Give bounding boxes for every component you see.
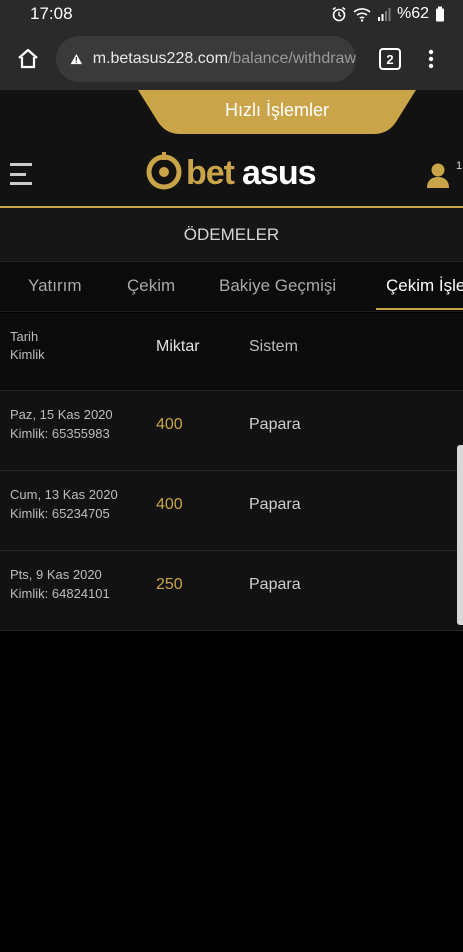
header-id: Kimlik (10, 347, 45, 362)
home-icon (18, 48, 38, 69)
row-id: Kimlik: 64824101 (10, 586, 110, 601)
page-title: ÖDEMELER (0, 208, 463, 262)
signal-icon (377, 8, 391, 21)
address-bar[interactable]: m.betasus228.com/balance/withdraw (56, 36, 356, 82)
row-date: Pts, 9 Kas 2020 (10, 567, 102, 582)
table-row: Paz, 15 Kas 2020 Kimlik: 65355983 400 Pa… (0, 391, 463, 471)
wifi-icon (353, 8, 371, 22)
url-text: m.betasus228.com/balance/withdraw (93, 50, 356, 68)
tab-count: 2 (379, 48, 401, 70)
row-id: Kimlik: 65234705 (10, 506, 110, 521)
battery-percent: %62 (396, 5, 429, 22)
header-amount: Miktar (156, 338, 200, 355)
row-amount: 400 (156, 416, 183, 433)
alarm-icon (332, 6, 346, 22)
betasus-logo: bet asus (146, 152, 317, 190)
site-header: Hızlı İşlemler bet asus 1 (0, 90, 463, 208)
warning-icon[interactable] (70, 50, 83, 68)
quick-actions-tab[interactable]: Hızlı İşlemler (138, 90, 416, 134)
row-amount: 250 (156, 576, 183, 593)
status-icons: %62 (331, 5, 445, 23)
tab-withdraw-transactions[interactable]: Çekim İşlemleri (386, 276, 463, 296)
withdraw-table: Tarih Kimlik Miktar Sistem Paz, 15 Kas 2… (0, 313, 463, 631)
tab-deposit[interactable]: Yatırım (28, 276, 82, 296)
user-badge: 1 (456, 160, 463, 172)
hamburger-menu-icon[interactable] (10, 163, 32, 185)
tab-withdraw[interactable]: Çekim (127, 276, 175, 296)
user-icon[interactable] (426, 162, 450, 188)
url-host: m.betasus228.com (92, 50, 228, 67)
row-id: Kimlik: 65355983 (10, 426, 110, 441)
header-date: Tarih (10, 329, 39, 344)
payment-tabs: Yatırım Çekim Bakiye Geçmişi Çekim İşlem… (0, 262, 463, 312)
home-button[interactable] (4, 35, 52, 83)
header-system: Sistem (249, 338, 298, 355)
table-row: Cum, 13 Kas 2020 Kimlik: 65234705 400 Pa… (0, 471, 463, 551)
svg-text:bet: bet (186, 154, 235, 190)
scrollbar-handle[interactable] (457, 445, 463, 625)
row-system: Papara (249, 496, 301, 513)
battery-icon (436, 6, 444, 22)
row-amount: 400 (156, 496, 183, 513)
table-row: Pts, 9 Kas 2020 Kimlik: 64824101 250 Pap… (0, 551, 463, 631)
row-system: Papara (249, 416, 301, 433)
tab-balance-history[interactable]: Bakiye Geçmişi (219, 276, 336, 296)
row-date: Paz, 15 Kas 2020 (10, 407, 113, 422)
row-date: Cum, 13 Kas 2020 (10, 487, 118, 502)
browser-toolbar: m.betasus228.com/balance/withdraw 2 (0, 28, 463, 90)
tab-switcher-button[interactable]: 2 (370, 39, 410, 79)
status-time: 17:08 (30, 4, 73, 23)
svg-text:asus: asus (242, 154, 316, 190)
quick-actions-label: Hızlı İşlemler (224, 100, 329, 120)
active-tab-indicator (376, 308, 463, 310)
table-header: Tarih Kimlik Miktar Sistem (0, 313, 463, 391)
url-path: /balance/withdraw (227, 50, 356, 67)
status-bar: 17:08 %62 (0, 0, 463, 28)
row-system: Papara (249, 576, 301, 593)
browser-menu-button[interactable] (416, 39, 446, 79)
more-vertical-icon (428, 49, 434, 69)
